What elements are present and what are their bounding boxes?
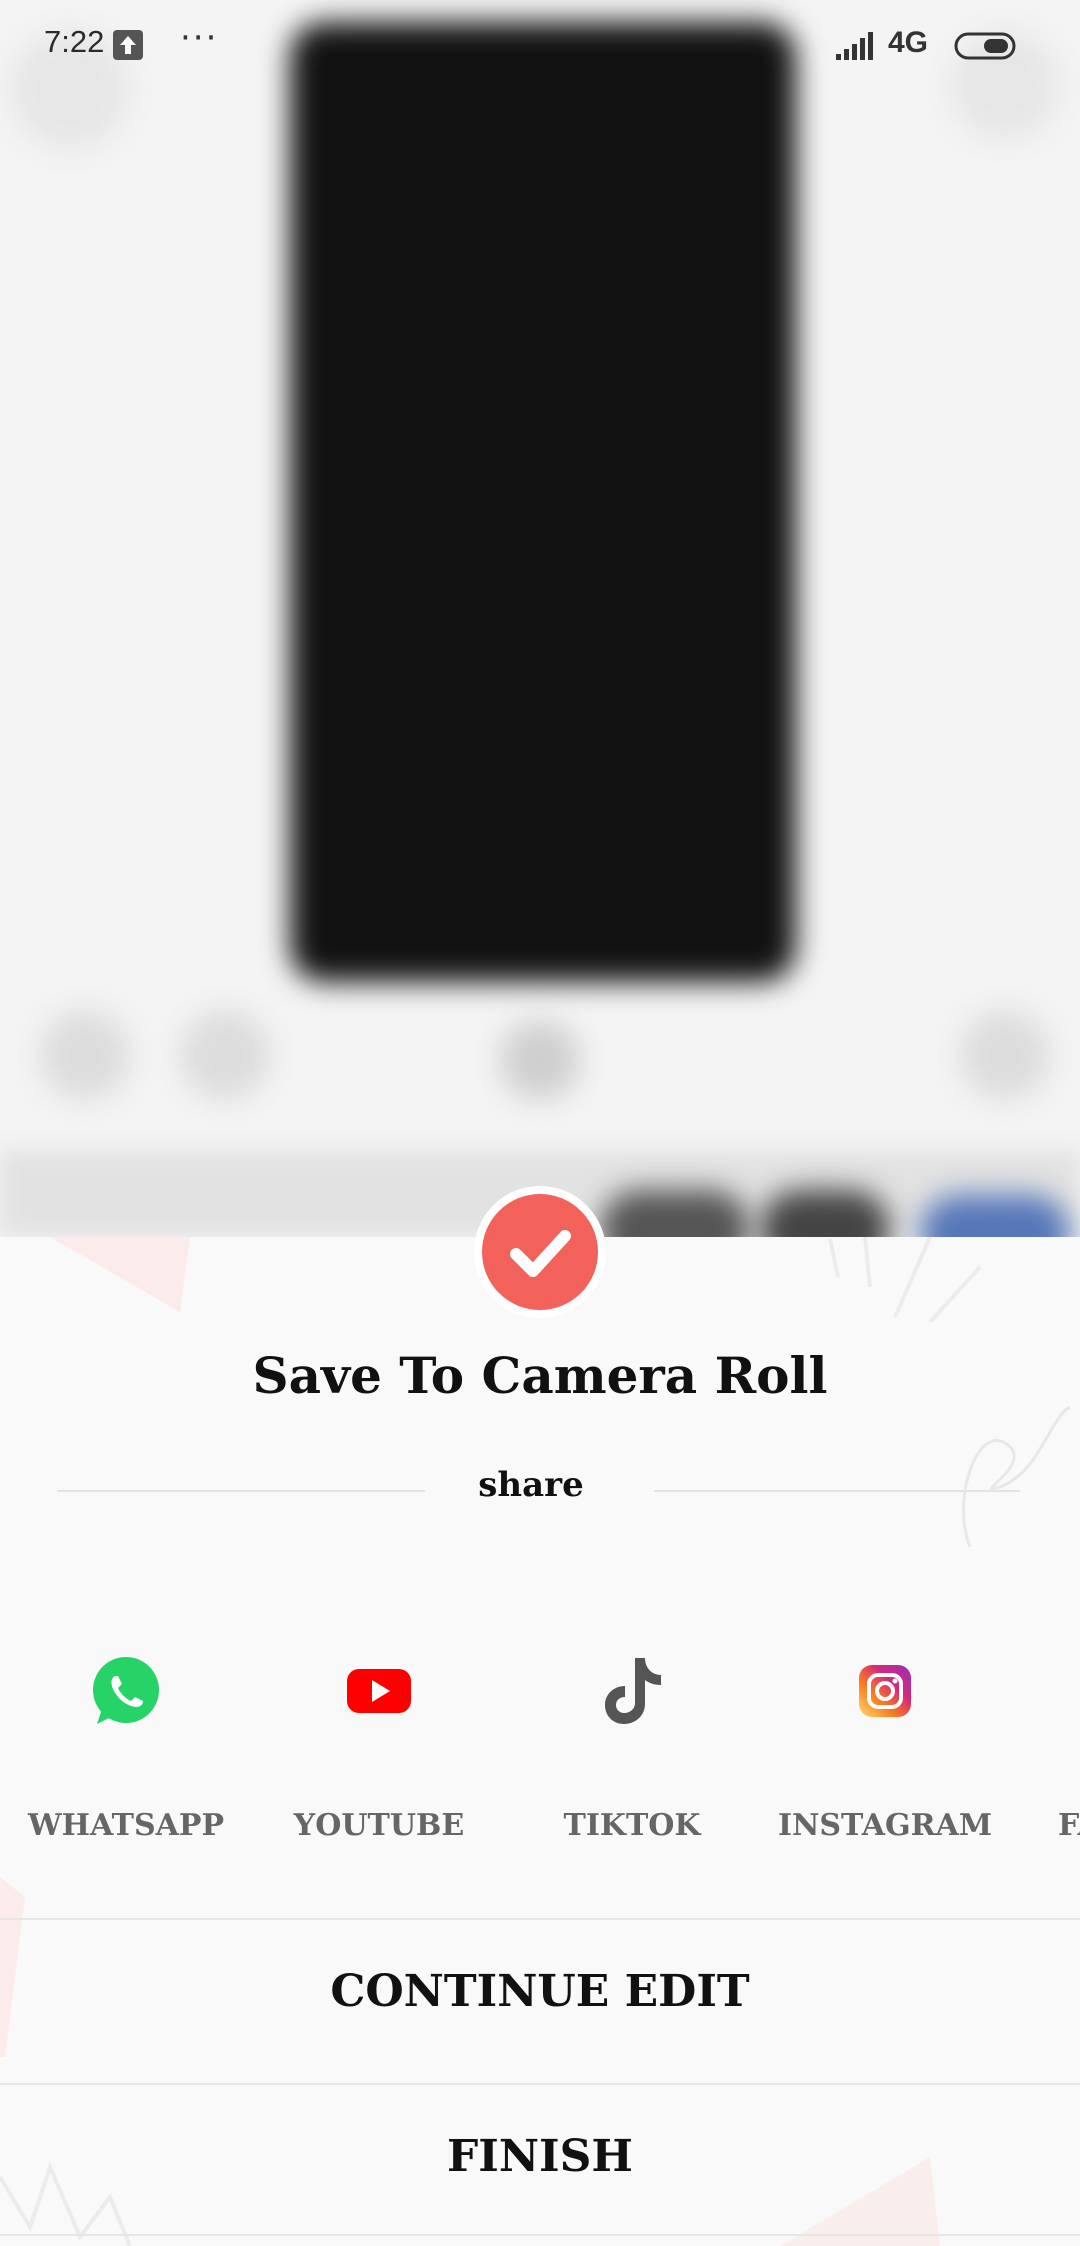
status-time: 7:22 — [44, 24, 105, 59]
divider-middle — [0, 2083, 1080, 2085]
network-type: 4G — [888, 26, 929, 59]
blurred-tool-2 — [180, 1010, 270, 1100]
video-preview — [0, 0, 1080, 1237]
blurred-tool-3 — [960, 1010, 1050, 1100]
video-frame — [290, 22, 796, 982]
blurred-tool-1 — [40, 1010, 130, 1100]
battery-icon — [954, 32, 1018, 60]
signal-icon — [836, 32, 876, 62]
status-bar: 7:22 ··· 4G — [0, 0, 1080, 96]
blurred-thumbnail-3 — [920, 1195, 1070, 1237]
divider-line-right — [654, 1490, 1020, 1492]
share-instagram[interactable]: INSTAGRAM — [775, 1640, 995, 1860]
instagram-icon — [859, 1665, 911, 1717]
continue-edit-button[interactable]: CONTINUE EDIT — [0, 1966, 1080, 2017]
youtube-icon — [347, 1669, 411, 1713]
blurred-thumbnail-1 — [600, 1190, 750, 1237]
share-tiktok[interactable]: TIKTOK — [522, 1640, 742, 1860]
share-app-list: WHATSAPP YOUTUBE TIKTOK INSTAGRAM F — [0, 1640, 1080, 1860]
share-tiktok-label: TIKTOK — [563, 1808, 701, 1843]
divider-top — [0, 1918, 1080, 1920]
decorative-triangle — [50, 1237, 190, 1312]
blurred-play-button — [500, 1020, 580, 1100]
share-whatsapp[interactable]: WHATSAPP — [16, 1640, 236, 1860]
notification-overflow: ··· — [180, 18, 219, 58]
share-whatsapp-label: WHATSAPP — [27, 1808, 225, 1843]
share-divider: share — [0, 1465, 1080, 1521]
whatsapp-icon — [93, 1657, 159, 1724]
decorative-strokes — [828, 1237, 982, 1324]
finish-button[interactable]: FINISH — [0, 2131, 1080, 2182]
upload-icon — [113, 30, 143, 60]
share-youtube-label: YOUTUBE — [293, 1808, 465, 1843]
divider-bottom — [0, 2234, 1080, 2236]
success-check-badge — [474, 1186, 606, 1318]
share-facebook[interactable]: FA — [1028, 1640, 1080, 1860]
tiktok-icon — [605, 1658, 661, 1724]
blurred-thumbnail-2 — [760, 1190, 890, 1237]
share-facebook-label: FA — [1058, 1808, 1080, 1843]
share-label: share — [478, 1465, 584, 1505]
share-instagram-label: INSTAGRAM — [777, 1808, 993, 1843]
share-youtube[interactable]: YOUTUBE — [269, 1640, 489, 1860]
checkmark-icon — [510, 1230, 571, 1277]
dialog-title: Save To Camera Roll — [252, 1346, 828, 1405]
